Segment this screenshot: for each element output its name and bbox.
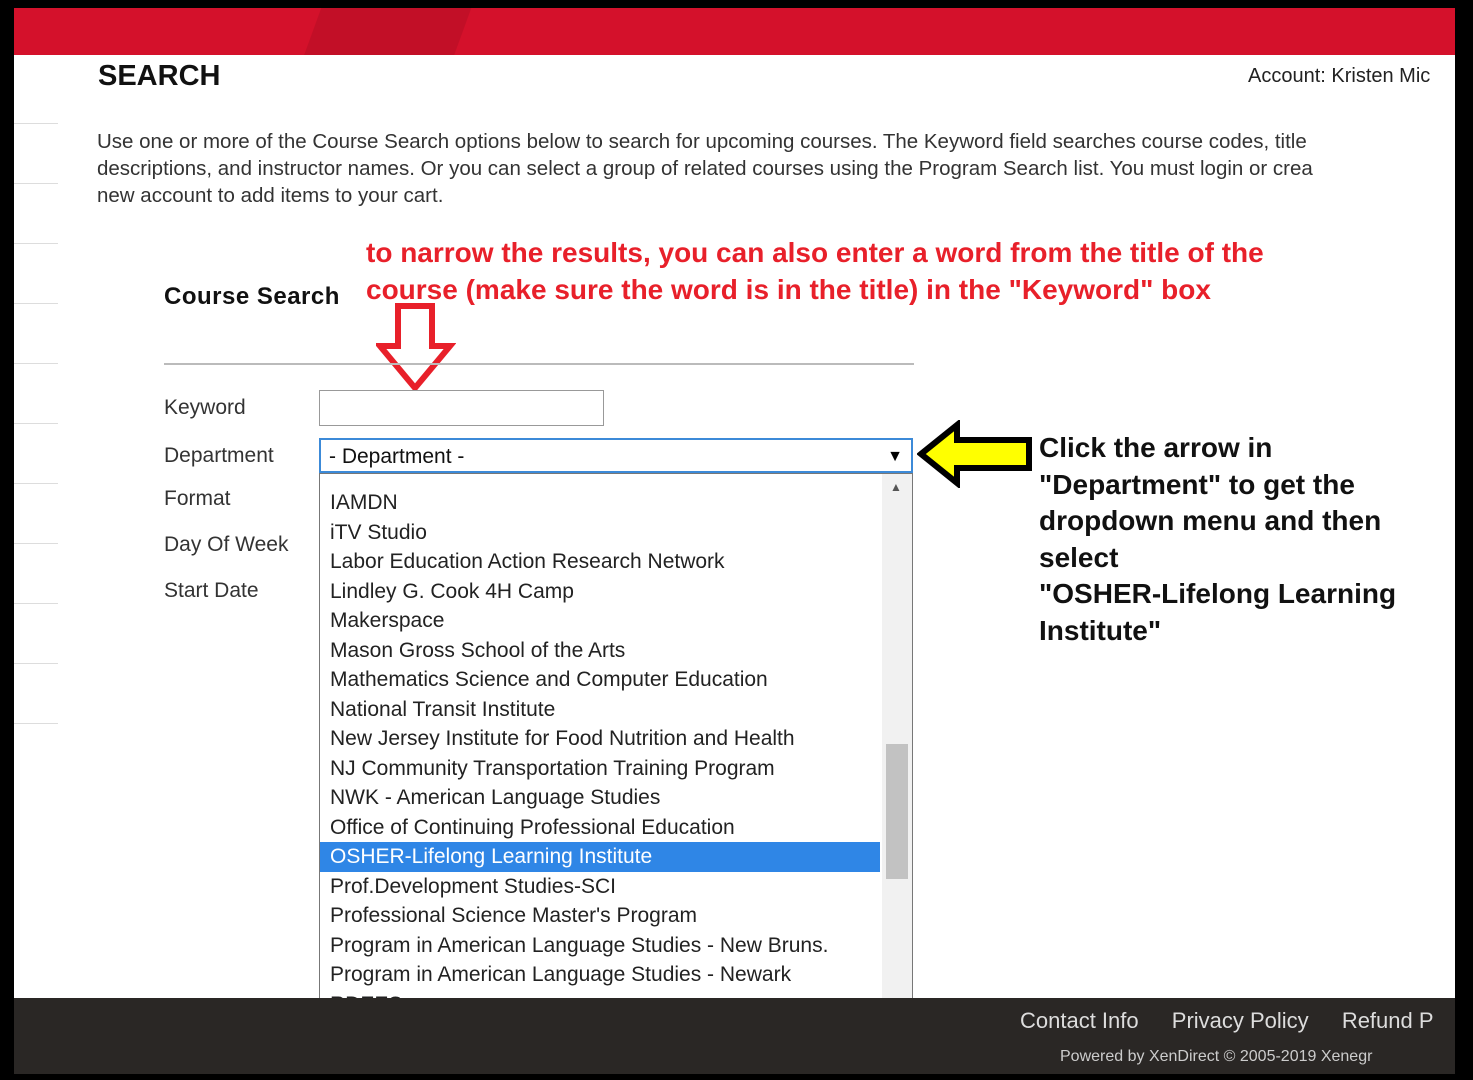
sidebar-lines <box>14 123 58 783</box>
footer-link-privacy[interactable]: Privacy Policy <box>1172 1008 1309 1033</box>
keyword-annotation: to narrow the results, you can also ente… <box>366 234 1264 308</box>
dropdown-scrollbar[interactable]: ▲ ▼ <box>882 474 912 1074</box>
dropdown-option[interactable]: Mason Gross School of the Arts <box>320 636 880 666</box>
footer: Contact Info Privacy Policy Refund P Pow… <box>14 998 1455 1074</box>
account-link[interactable]: Account: Kristen Mic <box>1248 65 1430 88</box>
dropdown-option[interactable]: OSHER-Lifelong Learning Institute <box>320 842 880 872</box>
dropdown-option[interactable]: Program in American Language Studies - N… <box>320 931 880 961</box>
dropdown-option[interactable]: Prof.Development Studies-SCI <box>320 872 880 902</box>
brand-header-bar <box>14 8 1455 55</box>
department-annotation: Click the arrow in "Department" to get t… <box>1039 430 1396 649</box>
dropdown-option[interactable]: Makerspace <box>320 606 880 636</box>
dropdown-option[interactable]: Mathematics Science and Computer Educati… <box>320 665 880 695</box>
annotation-line: "Department" to get the <box>1039 468 1355 500</box>
footer-link-contact[interactable]: Contact Info <box>1020 1008 1139 1033</box>
annotation-line: Institute" <box>1039 614 1162 646</box>
left-arrow-icon <box>917 420 1032 488</box>
start-date-label: Start Date <box>164 579 259 602</box>
department-select[interactable]: - Department - ▼ <box>319 438 913 473</box>
annotation-line: dropdown menu and then <box>1039 505 1382 536</box>
dropdown-option[interactable]: NJ Community Transportation Training Pro… <box>320 754 880 784</box>
department-dropdown-list[interactable]: IAMDN iTV Studio Labor Education Action Re… <box>319 473 913 1074</box>
scroll-up-icon[interactable]: ▲ <box>890 480 902 494</box>
format-label: Format <box>164 487 231 510</box>
footer-link-refund[interactable]: Refund P <box>1342 1008 1434 1033</box>
dropdown-option[interactable]: Office of Continuing Professional Educat… <box>320 813 880 843</box>
section-divider <box>164 363 914 365</box>
annotation-line: Click the arrow in <box>1039 432 1273 463</box>
page-title: SEARCH <box>98 60 221 92</box>
chevron-down-icon[interactable]: ▼ <box>887 448 903 466</box>
dropdown-option[interactable]: Labor Education Action Research Network <box>320 547 880 577</box>
intro-line: new account to add items to your cart. <box>97 184 444 207</box>
annotation-line: course (make sure the word is in the tit… <box>366 274 1211 305</box>
dropdown-option[interactable]: Program in American Language Studies - N… <box>320 960 880 990</box>
department-select-value: - Department - <box>329 445 465 468</box>
browser-frame: SEARCH Account: Kristen Mic Use one or m… <box>14 8 1455 1074</box>
annotation-line: "OSHER-Lifelong Learning <box>1039 578 1397 609</box>
dropdown-option[interactable]: National Transit Institute <box>320 695 880 725</box>
dropdown-option[interactable]: NWK - American Language Studies <box>320 783 880 813</box>
scrollbar-thumb[interactable] <box>886 744 908 879</box>
dropdown-option[interactable]: IAMDN <box>320 488 880 518</box>
dropdown-option[interactable]: New Jersey Institute for Food Nutrition … <box>320 724 880 754</box>
course-search-title: Course Search <box>164 283 340 310</box>
intro-line: Use one or more of the Course Search opt… <box>97 130 1307 153</box>
dropdown-option[interactable]: Lindley G. Cook 4H Camp <box>320 577 880 607</box>
intro-text: Use one or more of the Course Search opt… <box>97 128 1455 209</box>
department-label: Department <box>164 444 274 467</box>
keyword-input[interactable] <box>319 390 604 426</box>
intro-line: descriptions, and instructor names. Or y… <box>97 157 1313 180</box>
down-arrow-icon <box>376 303 456 393</box>
day-of-week-label: Day Of Week <box>164 533 289 556</box>
dropdown-option[interactable]: iTV Studio <box>320 518 880 548</box>
dropdown-option[interactable]: Professional Science Master's Program <box>320 901 880 931</box>
keyword-label: Keyword <box>164 396 246 419</box>
footer-links: Contact Info Privacy Policy Refund P <box>1020 1008 1455 1034</box>
annotation-line: select <box>1039 541 1119 573</box>
powered-by-text: Powered by XenDirect © 2005-2019 Xenegr <box>1060 1048 1373 1065</box>
annotation-line: to narrow the results, you can also ente… <box>366 237 1264 268</box>
